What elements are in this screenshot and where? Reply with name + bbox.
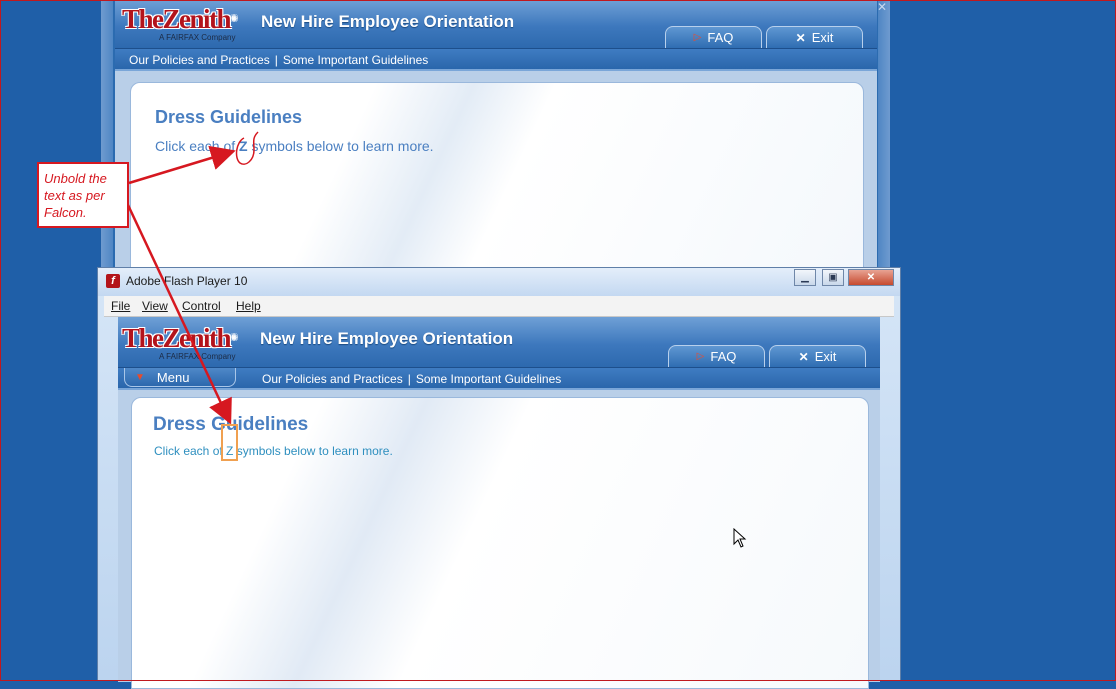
highlight-box <box>221 424 238 461</box>
annotation-circle <box>235 131 259 165</box>
annotation-arrows <box>126 131 259 425</box>
annotation-arrow-top <box>128 145 236 185</box>
annotation-arrow-bottom <box>126 204 232 425</box>
mouse-cursor-icon <box>733 528 747 548</box>
annotation-callout: Unbold the text as per Falcon. <box>37 162 129 228</box>
